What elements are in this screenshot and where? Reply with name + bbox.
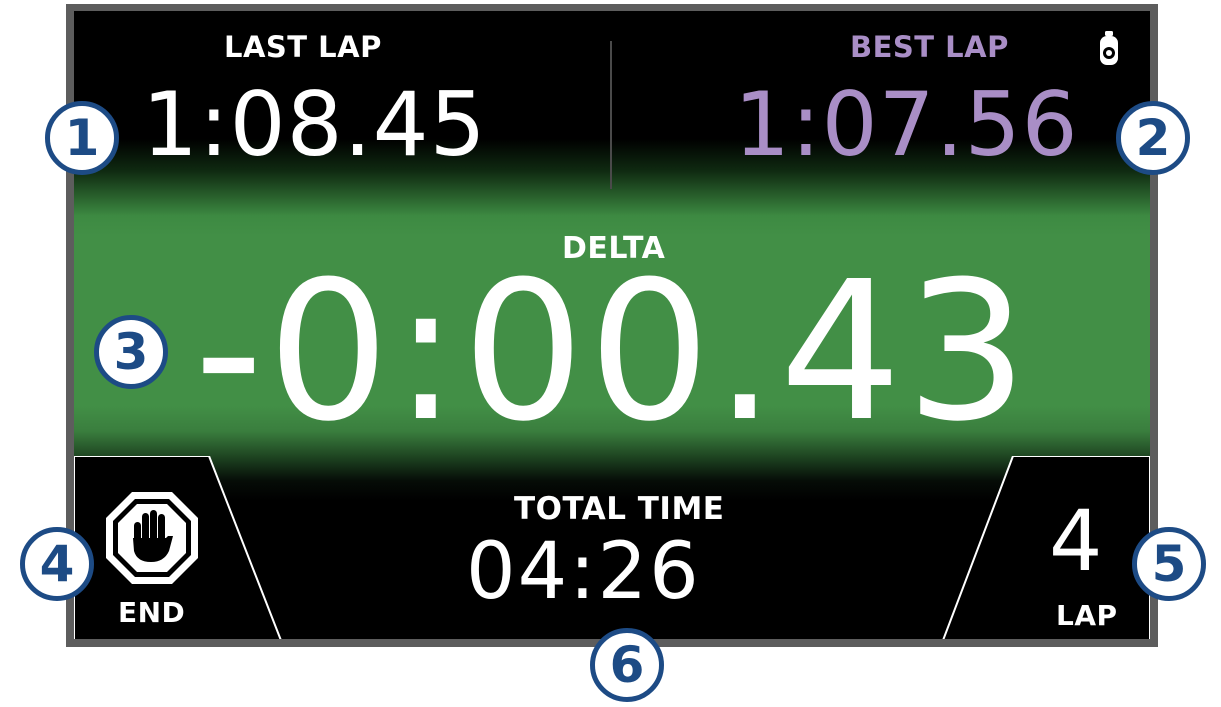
callout-3: 3: [94, 315, 168, 389]
total-time-value: 04:26: [466, 527, 701, 617]
best-lap-value: 1:07.56: [734, 73, 1079, 176]
last-lap-value: 1:08.45: [142, 73, 487, 176]
lap-timer-display: LAST LAP 1:08.45 BEST LAP 1:07.56 DELTA …: [74, 11, 1150, 639]
callout-6: 6: [590, 628, 664, 702]
best-lap-label: BEST LAP: [850, 30, 1009, 64]
stop-hand-icon[interactable]: [102, 488, 202, 588]
lap-count-value: 4: [1049, 492, 1103, 590]
device-screen: LAST LAP 1:08.45 BEST LAP 1:07.56 DELTA …: [66, 4, 1158, 647]
divider: [610, 41, 612, 189]
end-button-label: END: [118, 596, 186, 629]
callout-4: 4: [20, 527, 94, 601]
last-lap-label: LAST LAP: [224, 30, 382, 64]
total-time-label: TOTAL TIME: [514, 491, 725, 527]
lap-counter-panel: [942, 456, 1150, 639]
callout-1: 1: [45, 101, 119, 175]
stopwatch-icon: [1100, 31, 1118, 65]
lap-count-label: LAP: [1056, 599, 1118, 632]
delta-value: -0:00.43: [194, 241, 1032, 464]
callout-2: 2: [1116, 101, 1190, 175]
callout-5: 5: [1132, 527, 1206, 601]
